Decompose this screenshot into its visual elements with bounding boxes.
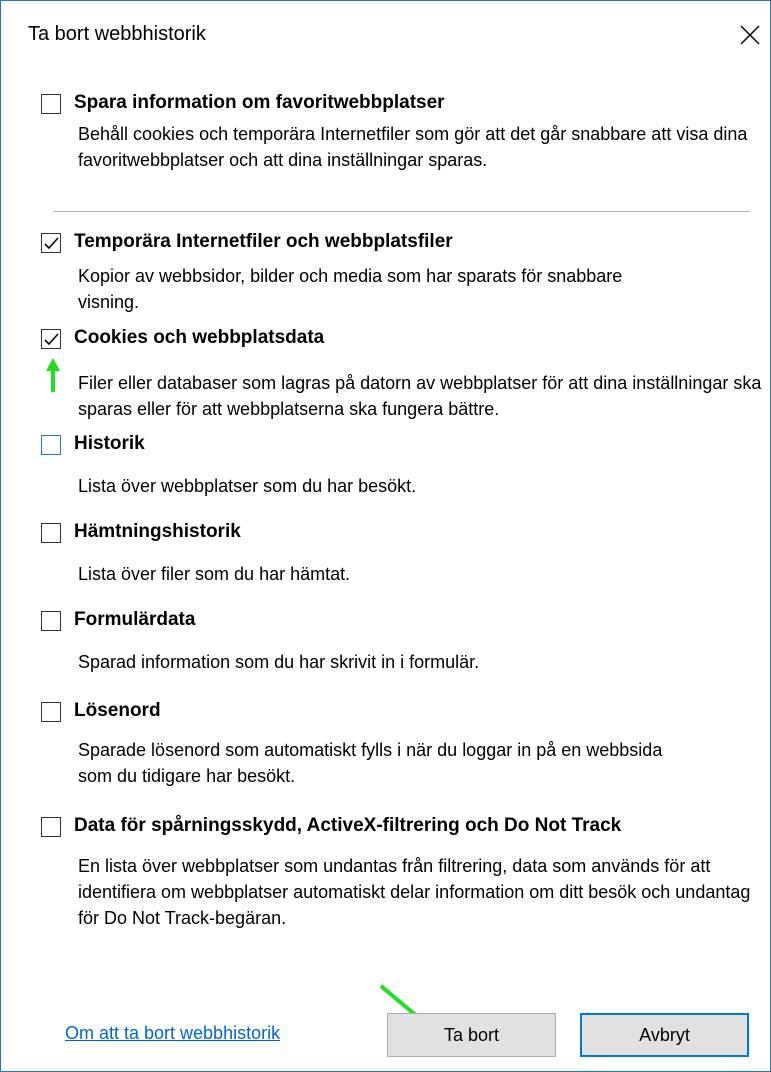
option-label[interactable]: Hämtningshistorik bbox=[74, 521, 241, 543]
checkbox-history[interactable] bbox=[41, 435, 61, 455]
checkbox-download-history[interactable] bbox=[41, 523, 61, 543]
checkbox-temp-files[interactable] bbox=[41, 233, 61, 253]
title-bar: Ta bort webbhistorik bbox=[1, 1, 770, 75]
annotation-arrow-up-icon bbox=[46, 358, 60, 392]
option-description: Lista över webbplatser som du har besökt… bbox=[78, 476, 417, 496]
checkmark-icon bbox=[44, 237, 59, 250]
option-label[interactable]: Data för spårningsskydd, ActiveX-filtrer… bbox=[74, 815, 621, 837]
option-description: En lista över webbplatser som undantas f… bbox=[78, 856, 751, 928]
checkbox-tracking-protection[interactable] bbox=[41, 817, 61, 837]
option-description: Lista över filer som du har hämtat. bbox=[78, 564, 351, 584]
checkbox-cookies[interactable] bbox=[41, 329, 61, 349]
option-description: Filer eller databaser som lagras på dato… bbox=[78, 373, 762, 419]
option-description: Kopior av webbsidor, bilder och media so… bbox=[78, 266, 623, 312]
checkbox-form-data[interactable] bbox=[41, 611, 61, 631]
checkmark-icon bbox=[44, 333, 59, 346]
close-button[interactable] bbox=[731, 15, 767, 55]
dialog-window: Ta bort webbhistorik Spara information o… bbox=[0, 0, 771, 1072]
cancel-button[interactable]: Avbryt bbox=[580, 1013, 749, 1057]
option-label[interactable]: Historik bbox=[74, 433, 145, 455]
checkbox-passwords[interactable] bbox=[41, 702, 61, 722]
close-icon bbox=[740, 25, 760, 45]
divider bbox=[54, 211, 750, 212]
option-description: Sparade lösenord som automatiskt fylls i… bbox=[78, 740, 663, 786]
dialog-title: Ta bort webbhistorik bbox=[28, 23, 206, 45]
option-label[interactable]: Lösenord bbox=[74, 700, 161, 722]
delete-button[interactable]: Ta bort bbox=[387, 1013, 556, 1057]
option-label[interactable]: Spara information om favoritwebbplatser bbox=[74, 92, 445, 114]
option-label[interactable]: Temporära Internetfiler och webbplatsfil… bbox=[74, 231, 453, 253]
option-description: Sparad information som du har skrivit in… bbox=[78, 652, 480, 672]
about-delete-history-link[interactable]: Om att ta bort webbhistorik bbox=[65, 1023, 280, 1044]
checkbox-save-favorites[interactable] bbox=[41, 94, 61, 114]
option-label[interactable]: Formulärdata bbox=[74, 609, 195, 631]
option-description: Behåll cookies och temporära Internetfil… bbox=[78, 124, 748, 170]
option-label[interactable]: Cookies och webbplatsdata bbox=[74, 327, 324, 349]
